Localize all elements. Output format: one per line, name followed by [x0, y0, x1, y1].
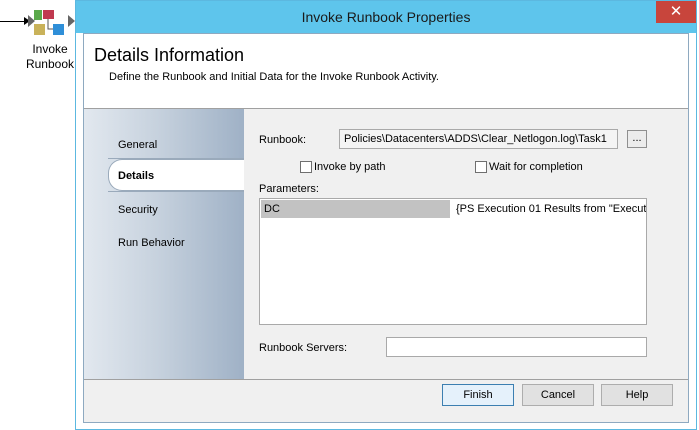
- nav-divider: [108, 191, 244, 192]
- activity-label: Invoke Runbook: [22, 42, 78, 72]
- parameters-grid[interactable]: DC {PS Execution 01 Results from "Execut…: [259, 198, 647, 325]
- output-connector-icon: [68, 15, 75, 27]
- browse-runbook-button[interactable]: ...: [627, 130, 647, 148]
- parameters-label: Parameters:: [259, 183, 319, 195]
- sidebar-item-details[interactable]: Details: [108, 159, 244, 191]
- runbook-servers-label: Runbook Servers:: [259, 342, 348, 354]
- sidebar-item-security[interactable]: Security: [118, 204, 158, 216]
- dialog-title: Invoke Runbook Properties: [301, 9, 471, 25]
- activity-label-line1: Invoke: [32, 42, 68, 56]
- header-title: Details Information: [94, 45, 245, 65]
- activity-label-line2: Runbook: [25, 57, 75, 71]
- title-bar[interactable]: Invoke Runbook Properties ✕: [76, 1, 696, 33]
- parameter-name-cell[interactable]: DC: [261, 200, 450, 218]
- close-button[interactable]: ✕: [656, 1, 696, 23]
- runbook-servers-field[interactable]: [386, 337, 647, 357]
- invoke-by-path-label[interactable]: Invoke by path: [314, 161, 386, 173]
- wait-for-completion-label[interactable]: Wait for completion: [489, 161, 583, 173]
- sidebar-nav: General Details Security Run Behavior: [84, 109, 244, 379]
- header-subtitle: Define the Runbook and Initial Data for …: [109, 71, 439, 83]
- sidebar-item-label: Details: [118, 170, 155, 182]
- invoke-runbook-properties-dialog: Invoke Runbook Properties ✕ Details Info…: [75, 0, 697, 430]
- invoke-by-path-checkbox[interactable]: [300, 161, 312, 173]
- parameter-value-cell[interactable]: {PS Execution 01 Results from "Execute: [452, 200, 646, 218]
- finish-button[interactable]: Finish: [442, 384, 514, 406]
- dialog-client-area: Details Information Define the Runbook a…: [83, 33, 689, 423]
- canvas-activity-invoke-runbook[interactable]: Invoke Runbook: [0, 0, 76, 80]
- runbook-path-field[interactable]: Policies\Datacenters\ADDS\Clear_Netlogon…: [339, 129, 618, 149]
- footer-divider: [84, 379, 688, 380]
- invoke-runbook-icon: [34, 10, 64, 35]
- runbook-label: Runbook:: [259, 134, 307, 146]
- sidebar-item-run-behavior[interactable]: Run Behavior: [118, 237, 185, 249]
- wait-for-completion-checkbox[interactable]: [475, 161, 487, 173]
- help-button[interactable]: Help: [601, 384, 673, 406]
- cancel-button[interactable]: Cancel: [522, 384, 594, 406]
- details-header: Details Information Define the Runbook a…: [84, 34, 688, 109]
- sidebar-item-general[interactable]: General: [118, 139, 157, 151]
